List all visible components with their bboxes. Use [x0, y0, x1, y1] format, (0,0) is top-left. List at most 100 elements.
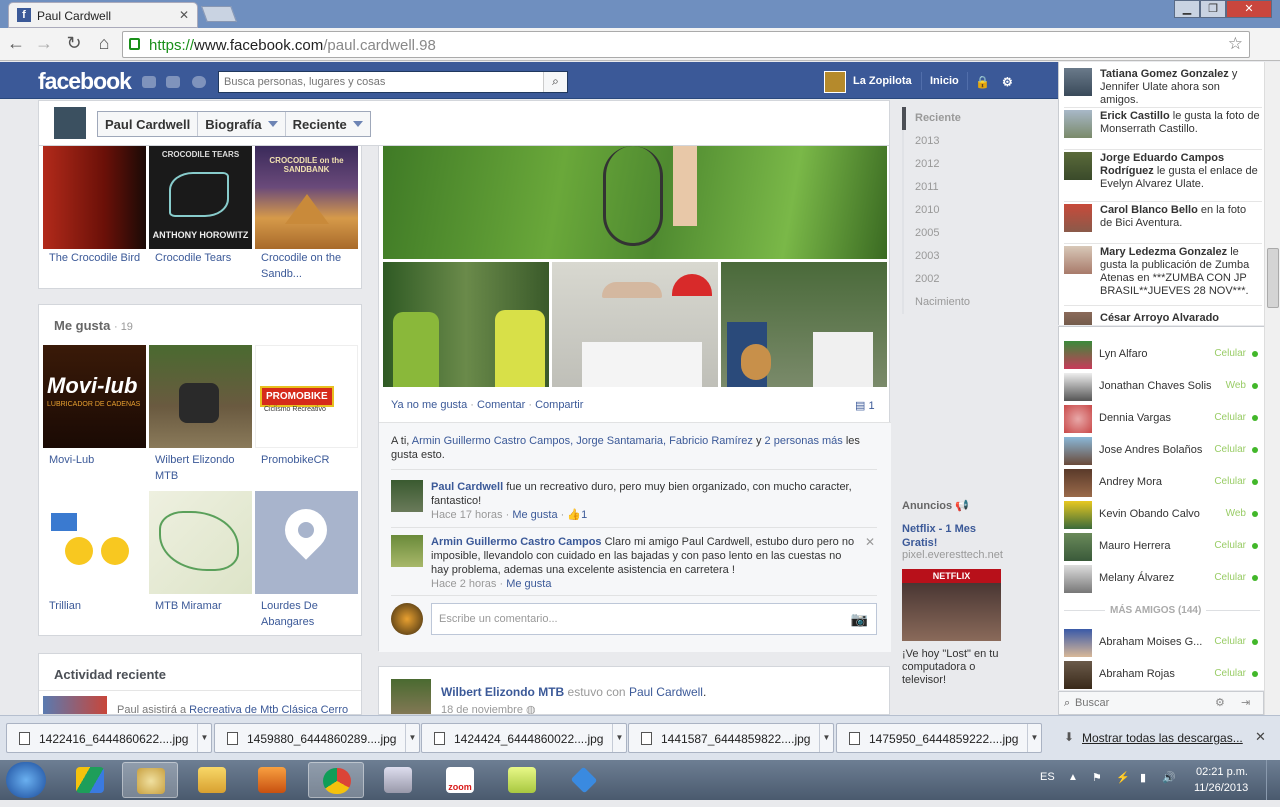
chevron-down-icon[interactable]: ▼ — [405, 724, 419, 752]
ticker-item[interactable]: Tatiana Gomez Gonzalez y Jennifer Ulate … — [1064, 68, 1262, 108]
home-link[interactable]: Inicio — [930, 75, 959, 87]
year-link[interactable]: 2002 — [902, 268, 1022, 291]
page-scrollbar[interactable] — [1264, 62, 1280, 715]
like-tile[interactable]: PROMOBIKE Ciclismo Recreativo PromobikeC… — [255, 345, 358, 488]
comment-count[interactable]: ▤ 1 — [855, 399, 875, 412]
ticker-item[interactable]: Jorge Eduardo Campos Rodríguez le gusta … — [1064, 152, 1262, 202]
ad-image[interactable]: NETFLIX — [902, 569, 1001, 641]
comment-time[interactable]: Hace 2 horas — [431, 578, 496, 590]
book-tile[interactable]: The Crocodile Bird — [43, 146, 146, 286]
story-photo-musicians[interactable] — [721, 262, 887, 387]
year-link-recent[interactable]: Reciente — [902, 107, 1022, 130]
comment-time[interactable]: Hace 17 horas — [431, 509, 503, 521]
language-indicator[interactable]: ES — [1040, 771, 1055, 783]
chat-friend[interactable]: Kevin Obando Calvo Web — [1064, 499, 1260, 531]
sticky-notes-app[interactable] — [494, 762, 550, 798]
ad-domain[interactable]: pixel.everesttech.net — [902, 549, 1003, 561]
privacy-shortcuts-icon[interactable]: 🔒 — [975, 75, 990, 89]
scrollbar-thumb[interactable] — [1267, 248, 1279, 308]
tagged-friend-link[interactable]: Paul Cardwell — [629, 685, 703, 699]
close-icon[interactable]: ✕ — [865, 535, 875, 549]
comment-like-link[interactable]: Me gusta — [512, 509, 557, 521]
like-name[interactable]: Movi-Lub — [49, 452, 145, 468]
chat-friend[interactable]: Melany Álvarez Celular — [1064, 563, 1260, 595]
bookmark-star-icon[interactable]: ☆ — [1228, 34, 1243, 54]
close-downloads-icon[interactable]: ✕ — [1255, 729, 1266, 745]
section-heading[interactable]: Me gusta · 19 — [54, 318, 133, 333]
friend-requests-icon[interactable] — [142, 76, 156, 88]
chevron-down-icon[interactable]: ▼ — [1027, 724, 1041, 752]
tray-flag-icon[interactable]: ⚑ — [1092, 771, 1102, 784]
year-link[interactable]: 2013 — [902, 130, 1022, 153]
profile-name-button[interactable]: Paul Cardwell — [98, 112, 199, 136]
zoom-app[interactable]: zoom — [432, 762, 488, 798]
chat-friend[interactable]: Andrey Mora Celular — [1064, 467, 1260, 499]
google-drive-app[interactable] — [62, 762, 118, 798]
reload-icon[interactable]: ↻ — [62, 33, 86, 54]
comment-author[interactable]: Armin Guillermo Castro Campos — [431, 536, 602, 548]
year-link[interactable]: 2011 — [902, 176, 1022, 199]
chat-friend[interactable]: Abraham Moises G... Celular — [1064, 627, 1260, 659]
notifications-globe-icon[interactable] — [192, 76, 206, 88]
tray-power-icon[interactable]: ⚡ — [1116, 771, 1130, 784]
like-tile[interactable]: Movi-lub LUBRICADOR DE CADENAS Movi-Lub — [43, 345, 146, 488]
minimize-button[interactable]: ▁ — [1174, 0, 1200, 18]
story-photo-main[interactable] — [383, 146, 887, 259]
year-link[interactable]: 2012 — [902, 153, 1022, 176]
chevron-down-icon[interactable]: ▼ — [612, 724, 626, 752]
avatar[interactable] — [391, 535, 423, 567]
avatar[interactable] — [391, 603, 423, 635]
year-link[interactable]: 2005 — [902, 222, 1022, 245]
chat-search-input[interactable] — [1075, 695, 1195, 711]
recent-dropdown[interactable]: Reciente — [286, 112, 370, 136]
year-link[interactable]: 2010 — [902, 199, 1022, 222]
book-tile[interactable]: CROCODILE on the SANDBANK Crocodile on t… — [255, 146, 358, 286]
tray-volume-icon[interactable]: 🔊 — [1162, 771, 1176, 784]
like-name[interactable]: Lourdes De Abangares — [261, 598, 357, 630]
forward-icon[interactable]: → — [32, 33, 56, 54]
clock-date[interactable]: 11/26/2013 — [1194, 782, 1248, 794]
event-thumbnail[interactable] — [43, 696, 107, 714]
story-photo-friends[interactable] — [552, 262, 718, 387]
ticker-item[interactable]: Mary Ledezma Gonzalez le gusta la public… — [1064, 246, 1262, 306]
address-bar[interactable]: https://www.facebook.com/paul.cardwell.9… — [122, 31, 1250, 58]
like-tile[interactable]: Wilbert Elizondo MTB — [149, 345, 252, 488]
hide-sidebar-icon[interactable]: ⇥ — [1241, 696, 1250, 709]
download-item[interactable]: 1422416_6444860622....jpg ▼ — [6, 723, 212, 753]
camera-icon[interactable]: 📷 — [851, 611, 868, 628]
dropbox-app[interactable] — [556, 762, 612, 798]
ticker-item[interactable]: Erick Castillo le gusta la foto de Monse… — [1064, 110, 1262, 150]
chevron-down-icon[interactable]: ▼ — [197, 724, 211, 752]
download-item[interactable]: 1424424_6444860022....jpg ▼ — [421, 723, 627, 753]
like-tile[interactable]: MTB Miramar — [149, 491, 252, 634]
chat-friend[interactable]: Mauro Herrera Celular — [1064, 531, 1260, 563]
more-likers-link[interactable]: 2 personas más — [765, 435, 843, 447]
show-desktop-button[interactable] — [1266, 760, 1280, 800]
avatar[interactable] — [391, 679, 431, 714]
book-title[interactable]: Crocodile Tears — [155, 250, 251, 266]
start-button[interactable] — [6, 762, 46, 798]
chat-friend[interactable]: Lyn Alfaro Celular — [1064, 339, 1260, 371]
search-input[interactable] — [219, 72, 539, 92]
timeline-dropdown[interactable]: Biografía — [198, 112, 286, 136]
maximize-button[interactable]: ❐ — [1200, 0, 1226, 18]
chat-friend[interactable]: Jose Andres Bolaños Celular — [1064, 435, 1260, 467]
chat-options-gear-icon[interactable]: ⚙ — [1215, 696, 1225, 709]
download-item[interactable]: 1459880_6444860289....jpg ▼ — [214, 723, 420, 753]
chevron-down-icon[interactable]: ▼ — [819, 724, 833, 752]
year-link[interactable]: 2003 — [902, 245, 1022, 268]
comment-link[interactable]: Comentar — [477, 399, 525, 411]
profile-link[interactable]: La Zopilota — [853, 75, 912, 87]
event-link[interactable]: Recreativa de Mtb Clásica Cerro — [189, 704, 348, 714]
book-tile[interactable]: CROCODILE TEARS ANTHONY HOROWITZ Crocodi… — [149, 146, 252, 286]
back-icon[interactable]: ← — [4, 33, 28, 54]
book-title[interactable]: Crocodile on the Sandb... — [261, 250, 357, 282]
avatar[interactable] — [824, 71, 846, 93]
calculator-app[interactable] — [370, 762, 426, 798]
book-title[interactable]: The Crocodile Bird — [49, 250, 145, 266]
story-author-link[interactable]: Wilbert Elizondo MTB — [441, 685, 564, 699]
facebook-logo[interactable]: facebook — [38, 68, 132, 95]
like-name[interactable]: Trillian — [49, 598, 145, 614]
ticker-item[interactable]: Carol Blanco Bello en la foto de Bici Av… — [1064, 204, 1262, 244]
comment-input[interactable]: Escribe un comentario... 📷 — [431, 603, 877, 635]
